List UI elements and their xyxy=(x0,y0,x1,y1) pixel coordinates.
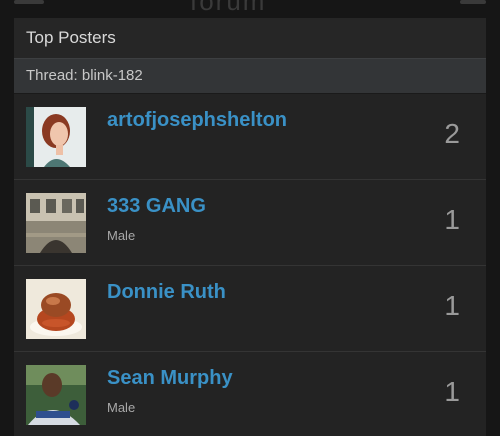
avatar[interactable] xyxy=(26,279,86,339)
poster-row[interactable]: artofjosephshelton 2 xyxy=(14,94,486,180)
top-posters-panel: Top Posters Thread: blink-182 artofjosep… xyxy=(14,18,486,436)
post-count: 2 xyxy=(444,118,460,149)
poster-row[interactable]: 333 GANG Male 1 xyxy=(14,180,486,266)
avatar[interactable] xyxy=(26,193,86,253)
poster-row[interactable]: Sean Murphy Male 1 xyxy=(14,352,486,436)
thread-label: Thread: blink-182 xyxy=(14,58,486,94)
poster-name[interactable]: Donnie Ruth xyxy=(107,281,226,304)
menu-icon[interactable] xyxy=(14,0,44,4)
options-icon[interactable] xyxy=(460,0,486,4)
food-photo-image xyxy=(26,279,86,339)
poster-gender: Male xyxy=(107,400,136,415)
post-count: 1 xyxy=(444,290,460,321)
poster-name[interactable]: 333 GANG xyxy=(107,195,206,218)
poster-name[interactable]: artofjosephshelton xyxy=(107,109,287,132)
poster-name[interactable]: Sean Murphy xyxy=(107,367,233,390)
post-count: 1 xyxy=(444,204,460,235)
poster-row[interactable]: Donnie Ruth 1 xyxy=(14,266,486,352)
baseball-player-photo-image xyxy=(26,365,86,425)
building-photo-image xyxy=(26,193,86,253)
app-logo: forum xyxy=(190,0,267,16)
app-top-bar: forum xyxy=(0,0,500,18)
post-count: 1 xyxy=(444,376,460,407)
avatar[interactable] xyxy=(26,107,86,167)
avatar[interactable] xyxy=(26,365,86,425)
poster-gender: Male xyxy=(107,228,136,243)
portrait-redhead-image xyxy=(26,107,86,167)
panel-title: Top Posters xyxy=(14,18,486,58)
